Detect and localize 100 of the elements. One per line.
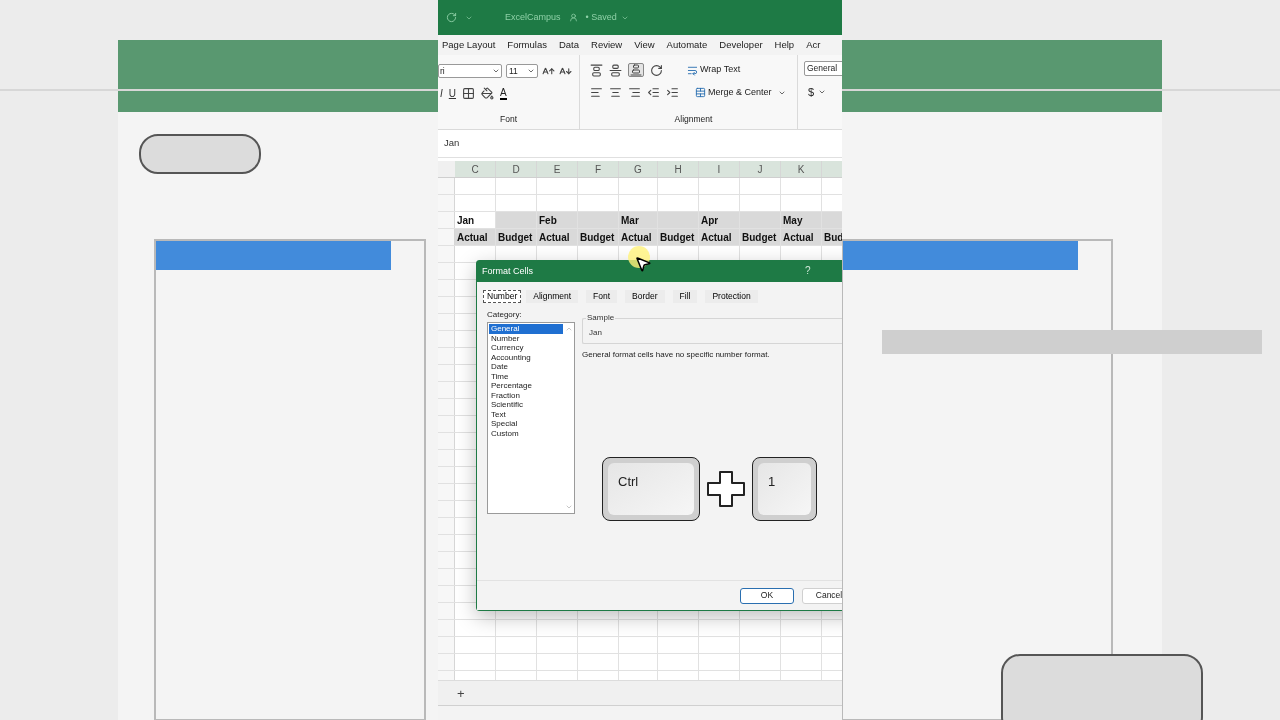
table-cell[interactable]: Feb bbox=[537, 212, 578, 228]
category-item[interactable]: Text bbox=[489, 409, 563, 419]
dialog-button[interactable]: Cancel bbox=[802, 587, 842, 604]
borders-icon[interactable] bbox=[462, 87, 475, 100]
column-header[interactable]: K bbox=[781, 161, 822, 177]
align-top-icon[interactable] bbox=[590, 63, 603, 77]
wrap-text-button[interactable]: Wrap Text bbox=[700, 63, 741, 77]
row-header[interactable] bbox=[438, 314, 455, 330]
column-header[interactable]: D bbox=[496, 161, 537, 177]
caret-icon[interactable] bbox=[527, 67, 535, 75]
row-header[interactable] bbox=[438, 620, 455, 636]
ribbon-tab[interactable]: Automate bbox=[666, 37, 708, 53]
ribbon-tab[interactable]: Formulas bbox=[507, 37, 547, 53]
dialog-tab[interactable]: Alignment bbox=[526, 290, 579, 303]
table-cell[interactable] bbox=[496, 212, 537, 228]
table-cell[interactable]: Jan bbox=[455, 212, 496, 228]
font-size-field[interactable]: 11 bbox=[506, 64, 538, 78]
currency-button[interactable]: $ bbox=[808, 84, 815, 101]
column-header[interactable]: F bbox=[578, 161, 619, 177]
orientation-icon[interactable] bbox=[650, 63, 663, 77]
table-cell[interactable] bbox=[578, 212, 619, 228]
dialog-tab[interactable]: Font bbox=[586, 290, 618, 303]
table-cell[interactable] bbox=[740, 212, 781, 228]
table-cell[interactable]: Actual bbox=[781, 229, 822, 245]
row-header[interactable] bbox=[438, 399, 455, 415]
ribbon-tab[interactable]: View bbox=[634, 37, 655, 53]
row-header[interactable] bbox=[438, 365, 455, 381]
category-item[interactable]: Fraction bbox=[489, 390, 563, 400]
align-center-icon[interactable] bbox=[609, 86, 622, 100]
caret-icon[interactable] bbox=[492, 67, 500, 75]
ribbon-tab[interactable]: Acr bbox=[806, 37, 821, 53]
category-item[interactable]: Scientific bbox=[489, 400, 563, 410]
align-middle-icon[interactable] bbox=[609, 63, 622, 77]
ribbon-tab[interactable]: Developer bbox=[719, 37, 763, 53]
category-item[interactable]: General bbox=[489, 324, 563, 334]
row-header[interactable] bbox=[438, 195, 455, 211]
row-header[interactable] bbox=[438, 348, 455, 364]
scroll-up-icon[interactable] bbox=[564, 325, 573, 333]
row-header[interactable] bbox=[438, 501, 455, 517]
row-header[interactable] bbox=[438, 280, 455, 296]
row-header[interactable] bbox=[438, 484, 455, 500]
formula-bar-value[interactable]: Jan bbox=[444, 136, 460, 151]
increase-indent-icon[interactable] bbox=[666, 86, 679, 100]
row-header[interactable] bbox=[438, 518, 455, 534]
column-header[interactable]: C bbox=[455, 161, 496, 177]
category-item[interactable]: Currency bbox=[489, 343, 563, 353]
table-cell[interactable]: Budget bbox=[658, 229, 699, 245]
column-header[interactable]: G bbox=[619, 161, 658, 177]
row-header[interactable] bbox=[438, 586, 455, 602]
table-cell[interactable]: Actual bbox=[619, 229, 658, 245]
category-item[interactable]: Custom bbox=[489, 428, 563, 438]
category-item[interactable]: Special bbox=[489, 419, 563, 429]
category-item[interactable]: Accounting bbox=[489, 352, 563, 362]
table-cell[interactable] bbox=[658, 212, 699, 228]
row-header[interactable] bbox=[438, 331, 455, 347]
merge-center-button[interactable]: Merge & Center bbox=[708, 86, 772, 100]
row-header[interactable] bbox=[438, 552, 455, 568]
font-color-button[interactable]: A bbox=[500, 87, 507, 100]
row-header[interactable] bbox=[438, 263, 455, 279]
decrease-indent-icon[interactable] bbox=[647, 86, 660, 100]
table-cell[interactable]: Actual bbox=[455, 229, 496, 245]
column-header[interactable]: I bbox=[699, 161, 740, 177]
dialog-tab[interactable]: Fill bbox=[672, 290, 698, 303]
table-cell[interactable]: Actual bbox=[537, 229, 578, 245]
font-name-field[interactable]: ri bbox=[438, 64, 502, 78]
row-header[interactable] bbox=[438, 382, 455, 398]
row-header[interactable] bbox=[438, 569, 455, 585]
row-header[interactable] bbox=[438, 535, 455, 551]
row-header[interactable] bbox=[438, 212, 455, 228]
ribbon-tab[interactable]: Page Layout bbox=[442, 37, 496, 53]
dialog-tab[interactable]: Border bbox=[625, 290, 665, 303]
row-header[interactable] bbox=[438, 433, 455, 449]
row-header[interactable] bbox=[438, 229, 455, 245]
row-header[interactable] bbox=[438, 654, 455, 670]
table-cell[interactable]: Budget bbox=[740, 229, 781, 245]
column-header[interactable]: E bbox=[537, 161, 578, 177]
table-cell[interactable]: May bbox=[781, 212, 822, 228]
ribbon-tab[interactable]: Help bbox=[774, 37, 795, 53]
help-button[interactable]: ? bbox=[805, 265, 811, 277]
add-sheet-button[interactable]: + bbox=[457, 686, 465, 700]
category-item[interactable]: Percentage bbox=[489, 381, 563, 391]
style-button[interactable]: I bbox=[440, 86, 443, 101]
scroll-down-icon[interactable] bbox=[564, 503, 573, 511]
category-item[interactable]: Date bbox=[489, 362, 563, 372]
table-cell[interactable]: Apr bbox=[699, 212, 740, 228]
column-header[interactable]: J bbox=[740, 161, 781, 177]
ribbon-tab[interactable]: Review bbox=[591, 37, 623, 53]
table-cell[interactable]: Mar bbox=[619, 212, 658, 228]
category-item[interactable]: Number bbox=[489, 333, 563, 343]
category-item[interactable]: Time bbox=[489, 371, 563, 381]
dialog-button[interactable]: OK bbox=[740, 587, 794, 604]
align-right-icon[interactable] bbox=[628, 86, 641, 100]
align-left-icon[interactable] bbox=[590, 86, 603, 100]
table-cell[interactable]: Budget bbox=[578, 229, 619, 245]
row-header[interactable] bbox=[438, 297, 455, 313]
row-header[interactable] bbox=[438, 178, 455, 194]
column-header[interactable]: H bbox=[658, 161, 699, 177]
dialog-tab[interactable]: Number bbox=[483, 290, 522, 303]
row-header[interactable] bbox=[438, 603, 455, 619]
row-header[interactable] bbox=[438, 450, 455, 466]
